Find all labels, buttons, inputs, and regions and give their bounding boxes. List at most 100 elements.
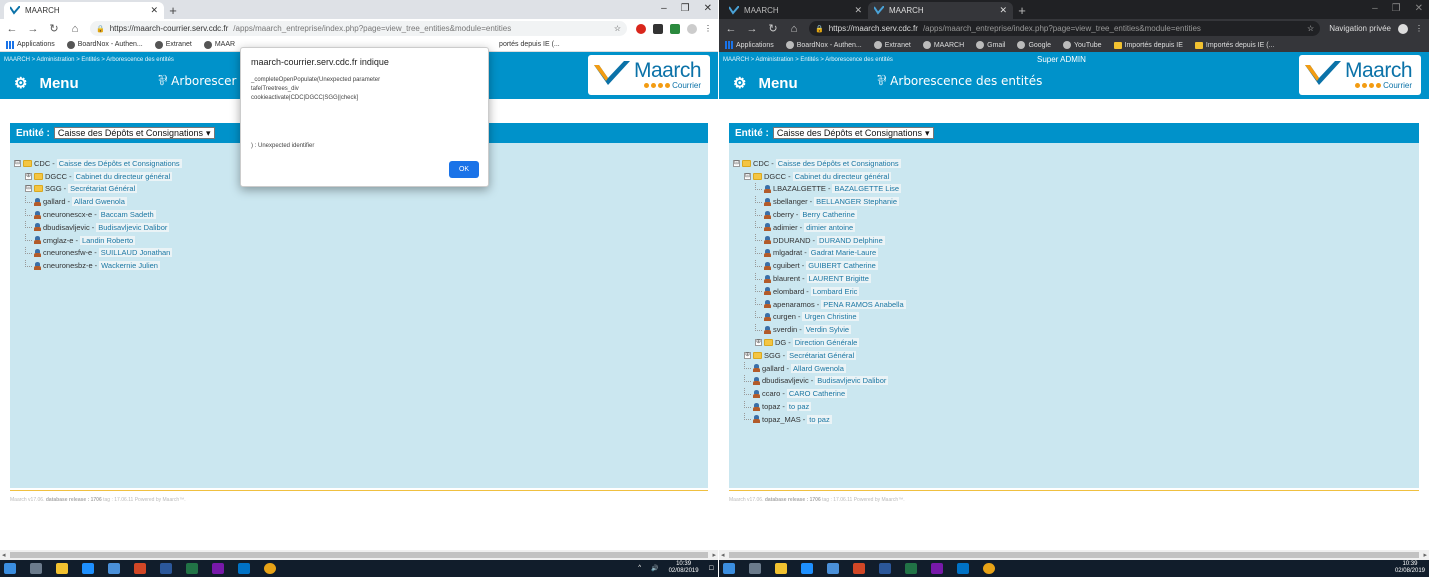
bookmark-imported-ie[interactable]: Importés depuis IE (1113, 41, 1183, 49)
bookmark-applications[interactable]: Applications (725, 41, 774, 49)
node-label[interactable]: LAURENT Brigitte (806, 274, 871, 284)
tree-user-node[interactable]: curgen - Urgen Christine (733, 310, 1419, 324)
powerpoint-icon[interactable] (134, 563, 146, 574)
tree-user-node[interactable]: cneuronesfw-e - SUILLAUD Jonathan (14, 246, 708, 260)
new-tab-button[interactable]: + (1013, 2, 1031, 19)
clock[interactable]: 10:39 02/08/2019 (1395, 561, 1425, 575)
expand-toggle-icon[interactable]: ⊟ (744, 172, 751, 180)
maximize-icon[interactable]: ❐ (681, 3, 690, 14)
tree-user-node[interactable]: sbellanger - BELLANGER Stephanie (733, 195, 1419, 208)
node-label[interactable]: Caisse des Dépôts et Consignations (775, 158, 901, 168)
new-tab-button[interactable]: + (164, 2, 182, 19)
menu-button[interactable]: ⚙ Menu (14, 74, 79, 93)
more-menu-icon[interactable]: ⋮ (1415, 24, 1423, 33)
tree-user-node[interactable]: gallard - Allard Gwenola (14, 195, 708, 208)
reload-icon[interactable]: ↻ (48, 22, 60, 35)
forward-icon[interactable]: → (746, 23, 758, 35)
forward-icon[interactable]: → (27, 23, 39, 35)
bookmark-extranet[interactable]: Extranet (154, 40, 192, 49)
task-view-icon[interactable] (30, 563, 42, 574)
node-label[interactable]: Cabinet du directeur général (73, 171, 173, 181)
star-icon[interactable]: ☆ (614, 24, 621, 33)
outlook-icon[interactable] (238, 563, 250, 574)
node-label[interactable]: Cabinet du directeur général (792, 171, 892, 181)
tree-user-node[interactable]: LBAZALGETTE - BAZALGETTE Lise (733, 182, 1419, 196)
expand-toggle-icon[interactable]: ⊕ (755, 339, 762, 347)
clock[interactable]: 10:39 02/08/2019 (669, 561, 699, 575)
close-tab-icon[interactable]: ✕ (854, 5, 862, 16)
node-label[interactable]: Direction Générale (792, 338, 860, 348)
tree-user-node[interactable]: dbudisavljevic - Budisavljevic Dalibor (733, 374, 1419, 388)
bookmark-applications[interactable]: Applications (6, 40, 55, 49)
node-label[interactable]: Gadrat Marie-Laure (808, 248, 879, 258)
word-icon[interactable] (879, 563, 891, 574)
node-label[interactable]: Wackernie Julien (99, 261, 160, 271)
onenote-icon[interactable] (212, 563, 224, 574)
bookmark-maarch[interactable]: MAARCH (922, 41, 964, 49)
node-label[interactable]: Caisse des Dépôts et Consignations (56, 158, 182, 168)
bookmark-youtube[interactable]: YouTube (1063, 41, 1102, 49)
node-label[interactable]: Secrétariat Général (787, 350, 857, 360)
tab-maarch-1[interactable]: MAARCH ✕ (723, 2, 868, 19)
close-tab-icon[interactable]: ✕ (999, 5, 1007, 16)
tab-maarch-2[interactable]: MAARCH ✕ (868, 2, 1013, 19)
expand-toggle-icon[interactable]: ⊟ (14, 159, 21, 167)
node-label[interactable]: BELLANGER Stephanie (814, 197, 899, 207)
more-menu-icon[interactable]: ⋮ (704, 24, 712, 33)
scrollbar-thumb[interactable] (10, 552, 708, 558)
node-label[interactable]: PENA RAMOS Anabella (821, 299, 906, 309)
expand-toggle-icon[interactable]: ⊟ (733, 159, 740, 167)
home-icon[interactable]: ⌂ (788, 23, 800, 35)
edge-icon[interactable] (801, 563, 813, 574)
tree-user-node[interactable]: topaz - to paz (733, 400, 1419, 413)
close-tab-icon[interactable]: ✕ (150, 5, 158, 16)
scrollbar-thumb[interactable] (729, 552, 1419, 558)
dialog-ok-button[interactable]: OK (449, 161, 479, 178)
back-icon[interactable]: ← (6, 23, 18, 35)
node-label[interactable]: DURAND Delphine (817, 235, 885, 245)
entity-select[interactable]: Caisse des Dépôts et Consignations ▾ (53, 127, 215, 139)
tree-user-node[interactable]: topaz_MAS - to paz (733, 413, 1419, 426)
bookmark-boardnox[interactable]: BoardNox - Authen... (66, 40, 143, 49)
tree-user-node[interactable]: mlgadrat - Gadrat Marie-Laure (733, 246, 1419, 260)
tree-user-node[interactable]: DDURAND - DURAND Delphine (733, 234, 1419, 247)
app-icon[interactable] (827, 563, 839, 574)
tree-user-node[interactable]: cguibert - GUIBERT Catherine (733, 259, 1419, 272)
tree-entity-node[interactable]: ⊟ DGCC - Cabinet du directeur général (733, 170, 1419, 183)
tree-user-node[interactable]: elombard - Lombard Eric (733, 285, 1419, 298)
node-label[interactable]: Urgen Christine (802, 312, 859, 322)
node-label[interactable]: Landin Roberto (79, 235, 136, 245)
scroll-right-icon[interactable]: ▸ (1423, 551, 1427, 559)
scroll-left-icon[interactable]: ◂ (2, 551, 6, 559)
node-label[interactable]: Allard Gwenola (791, 363, 846, 373)
chrome-icon[interactable] (983, 563, 995, 574)
close-window-icon[interactable]: ✕ (1415, 3, 1423, 14)
tree-user-node[interactable]: blaurent - LAURENT Brigitte (733, 272, 1419, 285)
minimize-icon[interactable]: – (661, 3, 667, 14)
scroll-right-icon[interactable]: ▸ (712, 551, 716, 559)
edge-icon[interactable] (82, 563, 94, 574)
expand-toggle-icon[interactable]: ⊕ (744, 351, 751, 359)
node-label[interactable]: Lombard Eric (810, 286, 860, 296)
bookmark-google[interactable]: Google (1017, 41, 1051, 49)
bookmark-maarch[interactable]: MAAR (203, 40, 235, 49)
tree-user-node[interactable]: sverdin - Verdin Sylvie (733, 323, 1419, 336)
node-label[interactable]: Budisavljevic Dalibor (815, 376, 889, 386)
file-explorer-icon[interactable] (56, 563, 68, 574)
windows-start-icon[interactable] (723, 563, 735, 574)
notifications-icon[interactable]: ☐ (709, 565, 714, 572)
word-icon[interactable] (160, 563, 172, 574)
back-icon[interactable]: ← (725, 23, 737, 35)
bookmark-imported-ie[interactable]: portés depuis IE (... (499, 41, 560, 48)
node-label[interactable]: SUILLAUD Jonathan (98, 248, 173, 258)
node-label[interactable]: Secrétariat Général (68, 184, 138, 194)
menu-button[interactable]: ⚙ Menu (733, 74, 798, 93)
excel-icon[interactable] (905, 563, 917, 574)
tree-user-node[interactable]: gallard - Allard Gwenola (733, 362, 1419, 375)
star-icon[interactable]: ☆ (1307, 24, 1314, 33)
profile-icon[interactable] (687, 23, 697, 34)
tree-user-node[interactable]: apenaramos - PENA RAMOS Anabella (733, 298, 1419, 311)
bookmark-boardnox[interactable]: BoardNox - Authen... (785, 41, 862, 49)
tree-entity-node[interactable]: ⊕ SGG - Secrétariat Général (733, 349, 1419, 362)
horizontal-scrollbar[interactable]: ◂ ▸ (719, 550, 1429, 560)
